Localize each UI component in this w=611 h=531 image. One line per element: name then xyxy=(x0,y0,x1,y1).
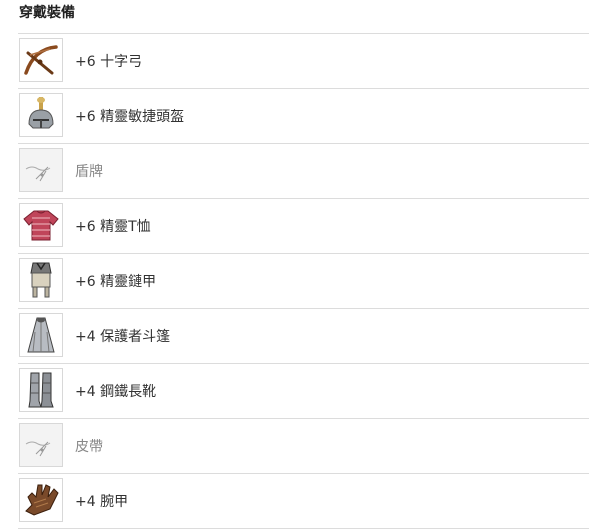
crossbow-icon[interactable] xyxy=(19,38,63,82)
equipment-label: +6 十字弓 xyxy=(75,54,143,70)
equipment-label: +4 腕甲 xyxy=(75,494,129,510)
equipment-label: +6 精靈T恤 xyxy=(75,219,151,235)
empty-slot-icon[interactable] xyxy=(19,423,63,467)
helmet-icon[interactable] xyxy=(19,93,63,137)
equipment-label: 盾牌 xyxy=(75,164,103,180)
equipment-row-shield[interactable]: 盾牌 xyxy=(18,143,589,198)
boots-icon[interactable] xyxy=(19,368,63,412)
equipment-row-gauntlet[interactable]: +4 腕甲 xyxy=(18,473,589,529)
equipment-row-tshirt[interactable]: +6 精靈T恤 xyxy=(18,198,589,253)
equipment-label: +4 鋼鐵長靴 xyxy=(75,384,157,400)
equipment-row-helmet[interactable]: +6 精靈敏捷頭盔 xyxy=(18,88,589,143)
equipment-row-cloak[interactable]: +4 保護者斗篷 xyxy=(18,308,589,363)
equipment-row-chainmail[interactable]: +6 精靈鏈甲 xyxy=(18,253,589,308)
equipment-label: +4 保護者斗篷 xyxy=(75,329,171,345)
equipment-list: +6 十字弓 +6 精靈敏捷頭盔 盾牌 +6 精靈T恤 +6 精靈鏈甲 +4 保… xyxy=(0,33,611,529)
equipment-label: +6 精靈鏈甲 xyxy=(75,274,157,290)
equipment-row-belt[interactable]: 皮帶 xyxy=(18,418,589,473)
equipment-label: 皮帶 xyxy=(75,439,103,455)
section-title: 穿戴裝備 xyxy=(19,5,75,21)
empty-slot-icon[interactable] xyxy=(19,148,63,192)
equipment-row-crossbow[interactable]: +6 十字弓 xyxy=(18,33,589,88)
tshirt-icon[interactable] xyxy=(19,203,63,247)
equipment-label: +6 精靈敏捷頭盔 xyxy=(75,109,185,125)
cloak-icon[interactable] xyxy=(19,313,63,357)
gauntlet-icon[interactable] xyxy=(19,478,63,522)
chainmail-icon[interactable] xyxy=(19,258,63,302)
equipment-row-boots[interactable]: +4 鋼鐵長靴 xyxy=(18,363,589,418)
